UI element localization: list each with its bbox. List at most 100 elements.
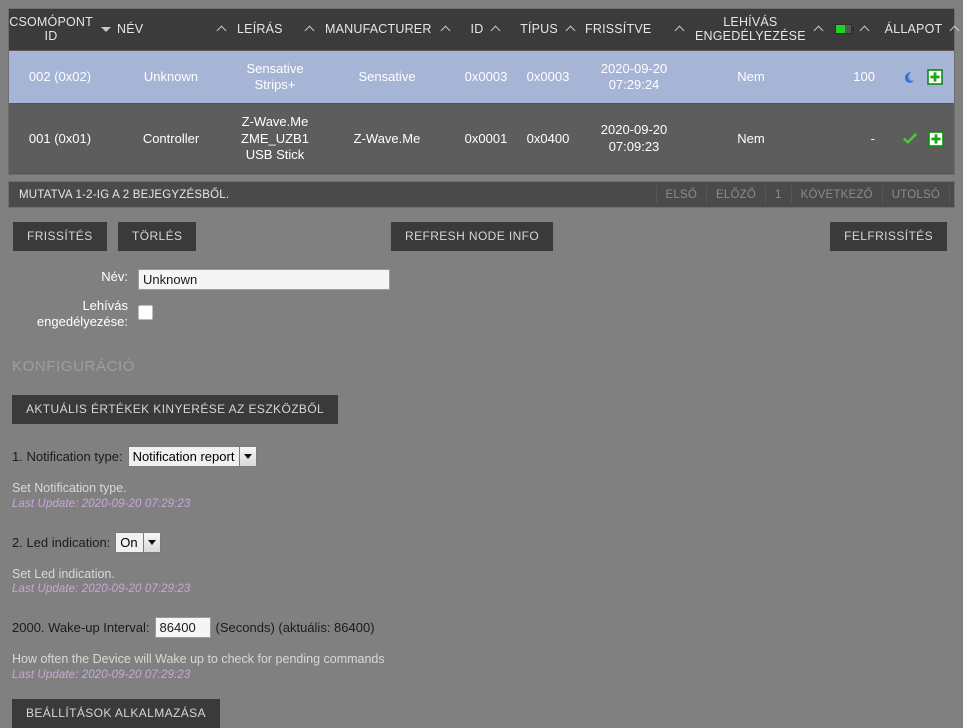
select-value: Notification report	[132, 448, 235, 464]
moon-icon[interactable]	[902, 69, 918, 85]
reload-button[interactable]: FELFRISSÍTÉS	[830, 222, 947, 251]
sort-asc-icon[interactable]	[217, 24, 227, 34]
table-row[interactable]: 001 (0x01) Controller Z-Wave.Me ZME_UZB1…	[9, 103, 954, 174]
delete-button[interactable]: TÖRLÉS	[118, 222, 197, 251]
table-row[interactable]: 002 (0x02) Unknown Sensative Strips+ Sen…	[9, 50, 954, 105]
notification-type-select[interactable]: Notification report	[127, 445, 258, 467]
sort-asc-icon[interactable]	[950, 24, 960, 34]
param-last-update: Last Update: 2020-09-20 07:29:23	[12, 583, 191, 596]
column-label: CSOMÓPONT ID	[9, 15, 93, 44]
wakeup-interval-input[interactable]	[154, 617, 211, 639]
param-label: 2. Led indication:	[12, 534, 111, 550]
node-table-panel: CSOMÓPONT ID NÉV LEÍRÁS MANUFACTURER ID …	[8, 8, 955, 175]
cell-node-id: 001 (0x01)	[9, 103, 111, 174]
refresh-node-info-button[interactable]: REFRESH NODE INFO	[391, 222, 554, 251]
pagination-info: MUTATVA 1-2-IG A 2 BEJEGYZÉSBŐL.	[19, 188, 230, 201]
page-first-button[interactable]: ELSŐ	[655, 185, 706, 204]
check-icon[interactable]	[901, 131, 919, 147]
configuration-section: AKTUÁLIS ÉRTÉKEK KINYERÉSE AZ ESZKÖZBŐL …	[12, 375, 963, 728]
apply-settings-button[interactable]: BEÁLLÍTÁSOK ALKALMAZÁSA	[12, 699, 220, 728]
cell-id: 0x0001	[455, 103, 517, 174]
column-header-status[interactable]: ÁLLAPOT	[885, 9, 954, 51]
column-label: ID	[470, 22, 484, 37]
action-button-row: FRISSÍTÉS TÖRLÉS REFRESH NODE INFO FELFR…	[8, 222, 955, 252]
page-last-button[interactable]: UTOLSÓ	[881, 185, 950, 204]
column-label: LEHÍVÁS ENGEDÉLYEZÉSE	[695, 15, 806, 44]
page-number-1[interactable]: 1	[765, 185, 791, 204]
column-header-description[interactable]: LEÍRÁS	[231, 9, 319, 51]
cell-manufacturer: Sensative	[319, 50, 455, 105]
cell-updated: 2020-09-20 07:09:23	[579, 103, 689, 174]
column-header-type[interactable]: TÍPUS	[517, 9, 579, 51]
param-label: 1. Notification type:	[12, 448, 123, 464]
sort-asc-icon[interactable]	[491, 24, 501, 34]
config-param-2000: 2000. Wake-up Interval: (Seconds) (aktuá…	[12, 617, 963, 639]
cell-updated: 2020-09-20 07:29:24	[579, 50, 689, 105]
param-suffix: (Seconds) (aktuális: 86400)	[215, 620, 375, 636]
node-table: CSOMÓPONT ID NÉV LEÍRÁS MANUFACTURER ID …	[9, 9, 954, 174]
cell-id: 0x0003	[455, 50, 517, 105]
refresh-button[interactable]: FRISSÍTÉS	[13, 222, 107, 251]
table-body: 002 (0x02) Unknown Sensative Strips+ Sen…	[9, 50, 954, 174]
sort-asc-icon[interactable]	[814, 24, 824, 34]
pull-current-values-button[interactable]: AKTUÁLIS ÉRTÉKEK KINYERÉSE AZ ESZKÖZBŐL	[12, 394, 339, 424]
column-label: ÁLLAPOT	[884, 22, 943, 37]
column-header-updated[interactable]: FRISSÍTVE	[579, 9, 689, 51]
pagination-controls: ELSŐ ELŐZŐ 1 KÖVETKEZŐ UTOLSÓ	[655, 185, 950, 204]
column-header-manufacturer[interactable]: MANUFACTURER	[319, 9, 455, 51]
cell-battery: -	[813, 103, 891, 174]
cell-wakeup-enabled: Nem	[689, 103, 813, 174]
column-header-name[interactable]: NÉV	[111, 9, 231, 51]
param-description: Set Led indication.	[12, 566, 115, 581]
config-param-1: 1. Notification type: Notification repor…	[12, 445, 963, 467]
sort-asc-icon[interactable]	[566, 24, 576, 34]
cell-manufacturer: Z-Wave.Me	[319, 103, 455, 174]
cell-status	[891, 50, 954, 105]
configuration-title: KONFIGURÁCIÓ	[12, 357, 136, 375]
form-row-name: Név:	[0, 269, 963, 290]
param-label: 2000. Wake-up Interval:	[12, 620, 150, 636]
column-label: FRISSÍTVE	[585, 22, 652, 37]
cell-type: 0x0003	[517, 50, 579, 105]
name-label: Név:	[101, 269, 128, 284]
sort-asc-icon[interactable]	[305, 24, 315, 34]
wakeup-enabled-checkbox[interactable]	[138, 305, 153, 320]
column-label: MANUFACTURER	[325, 22, 432, 37]
chevron-down-icon	[239, 446, 257, 466]
cell-type: 0x0400	[517, 103, 579, 174]
column-header-battery[interactable]	[813, 9, 891, 51]
chevron-down-icon	[142, 532, 160, 552]
plus-icon[interactable]	[927, 69, 944, 86]
column-label: LEÍRÁS	[237, 22, 283, 37]
column-header-node-id[interactable]: CSOMÓPONT ID	[9, 9, 111, 51]
param-last-update: Last Update: 2020-09-20 07:29:23	[12, 669, 191, 682]
led-indication-select[interactable]: On	[115, 531, 161, 553]
sort-asc-icon[interactable]	[860, 24, 870, 34]
cell-wakeup-enabled: Nem	[689, 50, 813, 105]
column-label: NÉV	[117, 22, 144, 37]
page-prev-button[interactable]: ELŐZŐ	[706, 185, 765, 204]
param-last-update: Last Update: 2020-09-20 07:29:23	[12, 497, 191, 510]
cell-node-id: 002 (0x02)	[9, 50, 111, 105]
node-form: Név: Lehívás engedélyezése:	[0, 269, 963, 330]
form-row-wakeup: Lehívás engedélyezése:	[0, 298, 963, 330]
sort-desc-icon[interactable]	[100, 24, 111, 34]
battery-icon	[834, 24, 854, 35]
wakeup-enabled-label: Lehívás engedélyezése:	[36, 298, 128, 329]
cell-name: Unknown	[111, 50, 231, 105]
name-input[interactable]	[138, 269, 390, 290]
cell-status	[891, 103, 954, 174]
column-header-id[interactable]: ID	[455, 9, 517, 51]
param-description: Set Notification type.	[12, 480, 127, 495]
param-description: How often the Device will Wake up to che…	[12, 652, 385, 667]
pagination-bar: MUTATVA 1-2-IG A 2 BEJEGYZÉSBŐL. ELSŐ EL…	[8, 181, 955, 208]
sort-asc-icon[interactable]	[675, 24, 685, 34]
cell-name: Controller	[111, 103, 231, 174]
page-next-button[interactable]: KÖVETKEZŐ	[790, 185, 882, 204]
column-header-wakeup-enabled[interactable]: LEHÍVÁS ENGEDÉLYEZÉSE	[689, 9, 813, 51]
config-param-2: 2. Led indication: On	[12, 531, 963, 553]
table-header: CSOMÓPONT ID NÉV LEÍRÁS MANUFACTURER ID …	[9, 9, 954, 51]
plus-icon[interactable]	[928, 131, 945, 147]
sort-asc-icon[interactable]	[441, 24, 451, 34]
column-label: TÍPUS	[520, 22, 558, 37]
